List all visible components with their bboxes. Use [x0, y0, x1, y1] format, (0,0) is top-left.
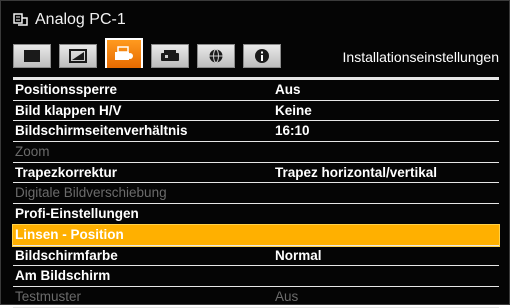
tab-image-settings[interactable] [59, 44, 97, 68]
menu-item-bildschirmfarbe[interactable]: Bildschirmfarbe Normal [13, 246, 499, 267]
installation-settings-icon [115, 46, 133, 60]
menu-item-value: Trapez horizontal/vertikal [275, 164, 438, 180]
menu-item-profi-einstellungen[interactable]: Profi-Einstellungen [13, 204, 499, 225]
source-header: Analog PC-1 [13, 9, 126, 31]
menu-item-testmuster: Testmuster Aus [13, 287, 499, 308]
menu-item-bild-klappen[interactable]: Bild klappen H/V Keine [13, 101, 499, 122]
information-icon [255, 49, 269, 63]
menu-item-value: Keine [275, 102, 312, 118]
image-adjust-icon [24, 50, 40, 62]
menu-item-value: Aus [275, 82, 301, 97]
menu-item-label: Testmuster [15, 288, 82, 304]
menu-item-positionssperre[interactable]: Positionssperre Aus [13, 80, 499, 101]
menu-item-label: Profi-Einstellungen [15, 206, 139, 222]
tab-system-settings[interactable] [151, 44, 189, 68]
menu-item-label: Bildschirmfarbe [15, 247, 118, 263]
settings-menu-list: Positionssperre Aus Bild klappen H/V Kei… [12, 77, 500, 308]
network-settings-icon [209, 49, 223, 63]
tab-image-adjust[interactable] [13, 44, 51, 68]
menu-item-value: 16:10 [275, 123, 310, 139]
tab-information[interactable] [243, 44, 281, 68]
menu-item-label: Bild klappen H/V [15, 102, 122, 118]
menu-item-label: Digitale Bildverschiebung [15, 185, 167, 201]
menu-item-label: Bildschirmseitenverhältnis [15, 123, 188, 139]
menu-item-digitale-bildverschiebung: Digitale Bildverschiebung [13, 183, 499, 205]
menu-item-value: Aus [275, 288, 299, 304]
menu-item-label: Positionssperre [15, 82, 118, 97]
projector-osd-menu: Analog PC-1 Installationseinstellungen P… [0, 0, 510, 308]
system-settings-icon [161, 50, 179, 61]
menu-item-label: Am Bildschirm [15, 268, 111, 284]
menu-item-label: Linsen - Position [15, 226, 124, 242]
menu-item-trapezkorrektur[interactable]: Trapezkorrektur Trapez horizontal/vertik… [13, 163, 499, 184]
menu-item-label: Zoom [15, 144, 50, 160]
menu-title: Installationseinstellungen [342, 49, 499, 65]
menu-item-value: Normal [275, 247, 322, 263]
menu-tabs [13, 38, 289, 68]
tab-installation-settings[interactable] [105, 38, 143, 68]
menu-item-zoom: Zoom [13, 142, 499, 163]
source-connector-icon [13, 13, 28, 26]
image-settings-icon [69, 49, 87, 63]
tab-network-settings[interactable] [197, 44, 235, 68]
menu-item-bildschirmseitenverhaeltnis[interactable]: Bildschirmseitenverhältnis 16:10 [13, 121, 499, 143]
source-title: Analog PC-1 [35, 11, 126, 28]
menu-item-linsen-position[interactable]: Linsen - Position [12, 223, 500, 247]
menu-item-label: Trapezkorrektur [15, 164, 118, 180]
menu-item-am-bildschirm[interactable]: Am Bildschirm [13, 266, 499, 287]
